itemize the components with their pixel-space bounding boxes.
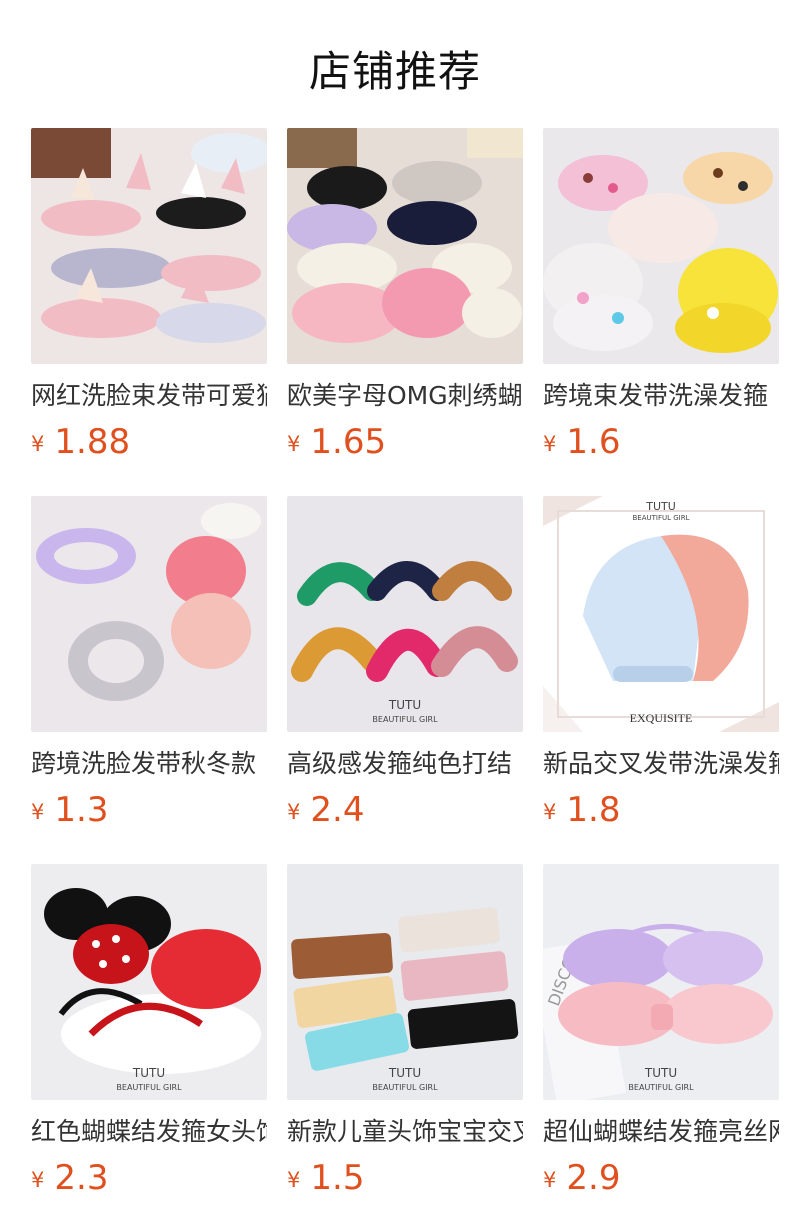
product-image[interactable]: TUTU BEAUTIFUL GIRL — [287, 496, 523, 732]
product-image[interactable]: TUTU BEAUTIFUL GIRL — [287, 864, 523, 1100]
product-name[interactable]: 跨境洗脸发带秋冬款 — [31, 748, 267, 780]
product-card[interactable]: DISCO TUTU BEAUTIFUL GIRL 超仙蝴蝶结发箍亮丝网纱 ¥2… — [543, 864, 779, 1198]
product-name[interactable]: 超仙蝴蝶结发箍亮丝网纱 — [543, 1116, 779, 1148]
product-card[interactable]: 跨境洗脸发带秋冬款 ¥1.3 — [31, 496, 267, 830]
product-grid: 网红洗脸束发带可爱猫耳朵 ¥1.88 欧美字母OMG刺绣蝴蝶结 ¥1.65 — [0, 0, 790, 1232]
price-amount: 1.8 — [566, 790, 621, 830]
currency-symbol: ¥ — [31, 432, 45, 456]
product-price: ¥1.6 — [543, 422, 779, 462]
product-image[interactable] — [287, 128, 523, 364]
currency-symbol: ¥ — [543, 432, 557, 456]
currency-symbol: ¥ — [543, 1168, 557, 1192]
product-image[interactable]: DISCO TUTU BEAUTIFUL GIRL — [543, 864, 779, 1100]
product-price: ¥2.3 — [31, 1158, 267, 1198]
product-price: ¥1.65 — [287, 422, 523, 462]
product-price: ¥1.8 — [543, 790, 779, 830]
product-price: ¥2.9 — [543, 1158, 779, 1198]
product-card[interactable]: 网红洗脸束发带可爱猫耳朵 ¥1.88 — [31, 128, 267, 462]
price-amount: 2.4 — [310, 790, 365, 830]
product-image[interactable]: TUTU BEAUTIFUL GIRL — [31, 864, 267, 1100]
price-amount: 1.5 — [310, 1158, 365, 1198]
currency-symbol: ¥ — [31, 1168, 45, 1192]
product-price: ¥1.88 — [31, 422, 267, 462]
product-price: ¥1.3 — [31, 790, 267, 830]
currency-symbol: ¥ — [287, 800, 301, 824]
brand-tagline: BEAUTIFUL GIRL — [116, 1083, 182, 1092]
product-name[interactable]: 跨境束发带洗澡发箍 — [543, 380, 779, 412]
currency-symbol: ¥ — [543, 800, 557, 824]
product-name[interactable]: 红色蝴蝶结发箍女头饰 — [31, 1116, 267, 1148]
brand-logo: TUTU — [388, 1066, 421, 1080]
price-amount: 1.65 — [310, 422, 387, 462]
product-image[interactable] — [31, 128, 267, 364]
product-card[interactable]: TUTU BEAUTIFUL GIRL 高级感发箍纯色打结 ¥2.4 — [287, 496, 523, 830]
product-image[interactable] — [31, 496, 267, 732]
product-card[interactable]: TUTU BEAUTIFUL GIRL 红色蝴蝶结发箍女头饰 ¥2.3 — [31, 864, 267, 1198]
currency-symbol: ¥ — [31, 800, 45, 824]
image-caption: EXQUISITE — [630, 711, 693, 725]
price-amount: 2.9 — [566, 1158, 621, 1198]
price-amount: 1.3 — [54, 790, 109, 830]
product-name[interactable]: 新品交叉发带洗澡发箍 — [543, 748, 779, 780]
brand-tagline: BEAUTIFUL GIRL — [628, 1083, 694, 1092]
brand-logo: TUTU — [645, 500, 676, 513]
product-price: ¥1.5 — [287, 1158, 523, 1198]
brand-logo: TUTU — [644, 1066, 677, 1080]
currency-symbol: ¥ — [287, 432, 301, 456]
price-amount: 1.6 — [566, 422, 621, 462]
product-name[interactable]: 欧美字母OMG刺绣蝴蝶结 — [287, 380, 523, 412]
price-amount: 2.3 — [54, 1158, 109, 1198]
product-image[interactable] — [543, 128, 779, 364]
product-card[interactable]: 跨境束发带洗澡发箍 ¥1.6 — [543, 128, 779, 462]
product-price: ¥2.4 — [287, 790, 523, 830]
currency-symbol: ¥ — [287, 1168, 301, 1192]
product-name[interactable]: 高级感发箍纯色打结 — [287, 748, 523, 780]
product-image[interactable]: TUTU BEAUTIFUL GIRL EXQUISITE — [543, 496, 779, 732]
product-card[interactable]: TUTU BEAUTIFUL GIRL 新款儿童头饰宝宝交叉 ¥1.5 — [287, 864, 523, 1198]
product-card[interactable]: TUTU BEAUTIFUL GIRL EXQUISITE 新品交叉发带洗澡发箍… — [543, 496, 779, 830]
brand-logo: TUTU — [132, 1066, 165, 1080]
product-name[interactable]: 新款儿童头饰宝宝交叉 — [287, 1116, 523, 1148]
brand-tagline: BEAUTIFUL GIRL — [632, 514, 689, 522]
brand-tagline: BEAUTIFUL GIRL — [372, 1083, 438, 1092]
product-name[interactable]: 网红洗脸束发带可爱猫耳朵 — [31, 380, 267, 412]
product-card[interactable]: 欧美字母OMG刺绣蝴蝶结 ¥1.65 — [287, 128, 523, 462]
brand-tagline: BEAUTIFUL GIRL — [372, 715, 438, 724]
brand-logo: TUTU — [388, 698, 421, 712]
price-amount: 1.88 — [54, 422, 131, 462]
